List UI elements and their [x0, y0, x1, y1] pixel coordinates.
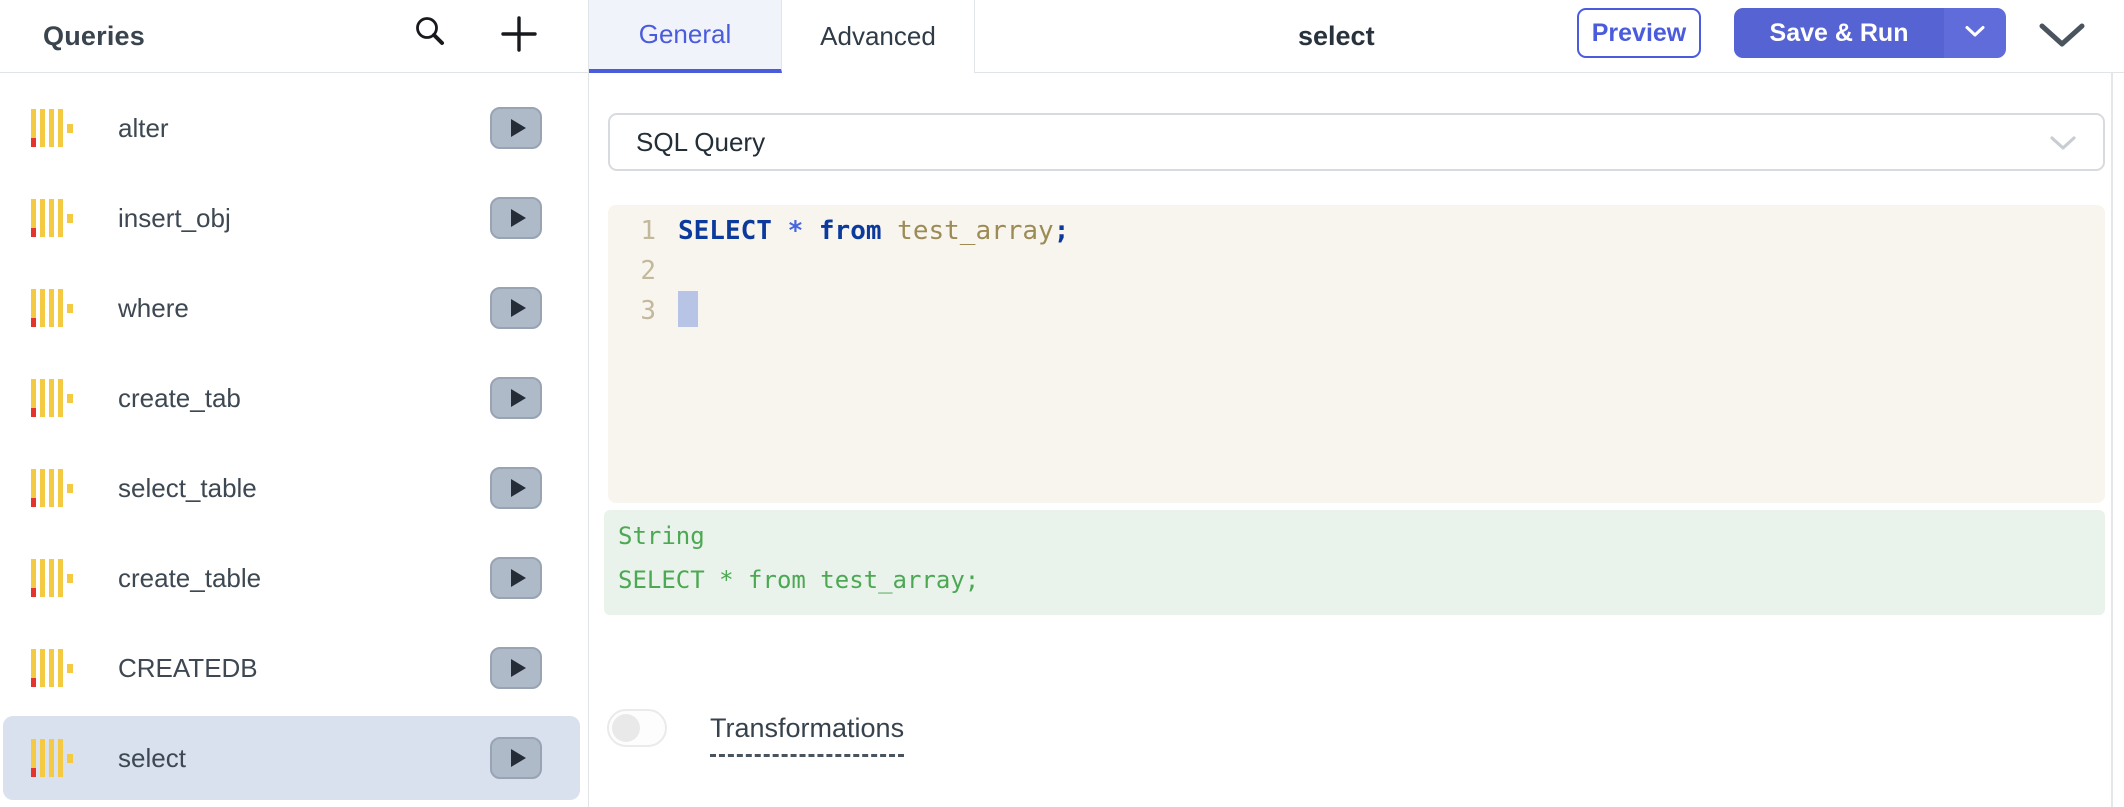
tab-general[interactable]: General — [589, 0, 782, 73]
transformations-section: Transformations — [607, 709, 905, 757]
run-query-button[interactable] — [490, 737, 542, 779]
command-type-value: SQL Query — [636, 126, 766, 157]
editor-header: General Advanced select Preview Save & R… — [589, 0, 2124, 73]
code-line-1: 1 SELECT * from test_array; — [608, 211, 2105, 251]
clickhouse-datasource-icon — [28, 645, 74, 691]
chevron-down-icon — [2039, 23, 2085, 52]
play-icon — [510, 119, 526, 137]
line-number: 1 — [640, 216, 656, 246]
query-list-item-create_tab[interactable]: create_tab — [3, 356, 580, 440]
query-editor-main: General Advanced select Preview Save & R… — [589, 0, 2124, 807]
transformations-label: Transformations — [710, 711, 905, 757]
run-query-button[interactable] — [490, 467, 542, 509]
query-list: alter insert_obj where create_tab select… — [0, 73, 588, 800]
play-icon — [510, 479, 526, 497]
clickhouse-datasource-icon — [28, 465, 74, 511]
scroll-gutter-border — [2111, 73, 2113, 807]
sidebar-header: Queries — [0, 0, 588, 73]
clickhouse-datasource-icon — [28, 285, 74, 331]
query-name-label: CREATEDB — [118, 652, 258, 683]
save-and-run-button[interactable]: Save & Run — [1734, 8, 1944, 58]
search-queries-button[interactable] — [408, 12, 454, 58]
save-and-run-dropdown-button[interactable] — [1944, 8, 2006, 58]
query-name-label: where — [118, 292, 189, 323]
chevron-down-icon — [2049, 127, 2077, 158]
query-name-label: insert_obj — [118, 202, 231, 233]
query-list-item-select[interactable]: select — [3, 716, 580, 800]
query-list-item-where[interactable]: where — [3, 266, 580, 350]
query-list-item-alter[interactable]: alter — [3, 86, 580, 170]
run-query-button[interactable] — [490, 647, 542, 689]
editor-tabs: General Advanced — [589, 0, 975, 73]
tab-advanced[interactable]: Advanced — [782, 0, 975, 73]
query-list-item-insert_obj[interactable]: insert_obj — [3, 176, 580, 260]
query-name-label: select — [118, 742, 186, 773]
run-query-button[interactable] — [490, 197, 542, 239]
line-number: 2 — [640, 256, 656, 286]
query-name-label: alter — [118, 112, 169, 143]
query-name-label: select_table — [118, 472, 257, 503]
add-query-button[interactable] — [496, 12, 542, 58]
clickhouse-datasource-icon — [28, 195, 74, 241]
run-query-button[interactable] — [490, 287, 542, 329]
query-list-item-create_table[interactable]: create_table — [3, 536, 580, 620]
code-line-3: 3 — [608, 291, 2105, 331]
transformations-toggle[interactable] — [607, 709, 667, 747]
query-title: select — [1298, 20, 1375, 51]
collapse-editor-button[interactable] — [2037, 21, 2087, 53]
code-line-2: 2 — [608, 251, 2105, 291]
clickhouse-datasource-icon — [28, 555, 74, 601]
clickhouse-datasource-icon — [28, 735, 74, 781]
play-icon — [510, 749, 526, 767]
play-icon — [510, 659, 526, 677]
run-query-button[interactable] — [490, 377, 542, 419]
code-line-content: SELECT * from test_array; — [678, 216, 1070, 246]
sidebar-title: Queries — [43, 20, 145, 51]
code-line-content — [678, 291, 698, 331]
command-type-select[interactable]: SQL Query — [608, 113, 2105, 171]
query-name-label: create_tab — [118, 382, 241, 413]
play-icon — [510, 209, 526, 227]
sql-code-editor[interactable]: 1 SELECT * from test_array; 2 3 — [608, 205, 2105, 503]
evaluated-value-popup: String SELECT * from test_array; — [604, 510, 2105, 615]
play-icon — [510, 389, 526, 407]
clickhouse-datasource-icon — [28, 375, 74, 421]
query-editor-page: { "sidebar": { "title": "Queries", "item… — [0, 0, 2124, 807]
plus-icon — [498, 13, 540, 58]
query-list-item-select_table[interactable]: select_table — [3, 446, 580, 530]
line-number: 3 — [640, 296, 656, 326]
chevron-down-icon — [1964, 25, 1986, 41]
search-icon — [410, 13, 452, 58]
query-list-item-CREATEDB[interactable]: CREATEDB — [3, 626, 580, 710]
text-cursor — [678, 291, 698, 327]
run-query-button[interactable] — [490, 107, 542, 149]
save-and-run-split-button: Save & Run — [1734, 8, 2006, 58]
play-icon — [510, 569, 526, 587]
preview-button[interactable]: Preview — [1577, 8, 1701, 58]
evaluated-type-label: String — [618, 522, 705, 550]
queries-sidebar: Queries alter insert_obj where create_ta… — [0, 0, 589, 807]
query-name-label: create_table — [118, 562, 262, 593]
clickhouse-datasource-icon — [28, 105, 74, 151]
toggle-knob — [612, 714, 640, 742]
run-query-button[interactable] — [490, 557, 542, 599]
evaluated-value-text: SELECT * from test_array; — [618, 566, 980, 594]
play-icon — [510, 299, 526, 317]
